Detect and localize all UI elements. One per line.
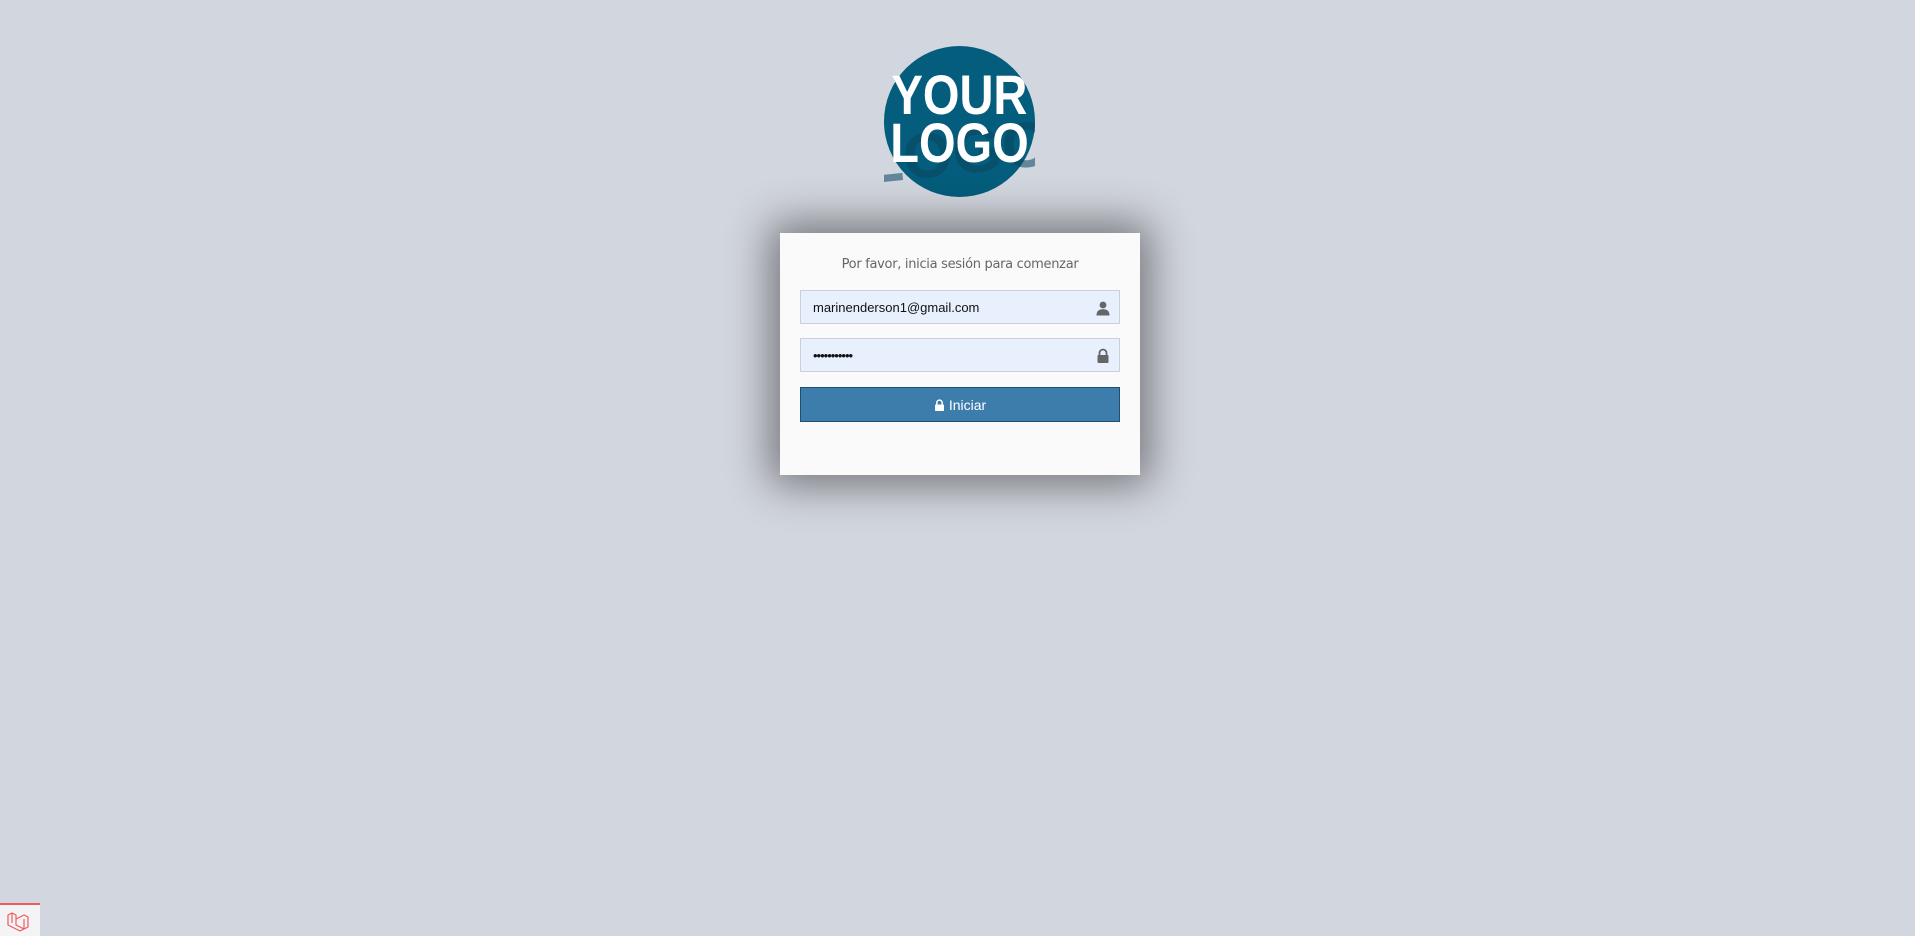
login-button-label: Iniciar — [948, 396, 987, 413]
logo-line2: LOGO — [890, 113, 1028, 174]
user-icon — [1096, 301, 1110, 316]
lock-icon — [934, 398, 944, 411]
logo-image: LOGO YOUR LOGO — [884, 46, 1035, 197]
login-page: LOGO YOUR LOGO Por favor, inicia sesión … — [0, 0, 1915, 936]
debug-badge[interactable] — [0, 903, 40, 936]
password-input[interactable] — [801, 339, 1119, 371]
brand-logo: LOGO YOUR LOGO — [884, 46, 1035, 197]
email-field[interactable] — [800, 290, 1120, 324]
login-box: Por favor, inicia sesión para comenzar I… — [780, 233, 1140, 475]
password-field[interactable] — [800, 338, 1120, 372]
login-box-message: Por favor, inicia sesión para comenzar — [841, 257, 1079, 272]
login-button[interactable]: Iniciar — [800, 387, 1120, 422]
lock-icon — [1097, 348, 1109, 363]
email-input[interactable] — [801, 291, 1119, 323]
laravel-icon — [7, 912, 29, 932]
